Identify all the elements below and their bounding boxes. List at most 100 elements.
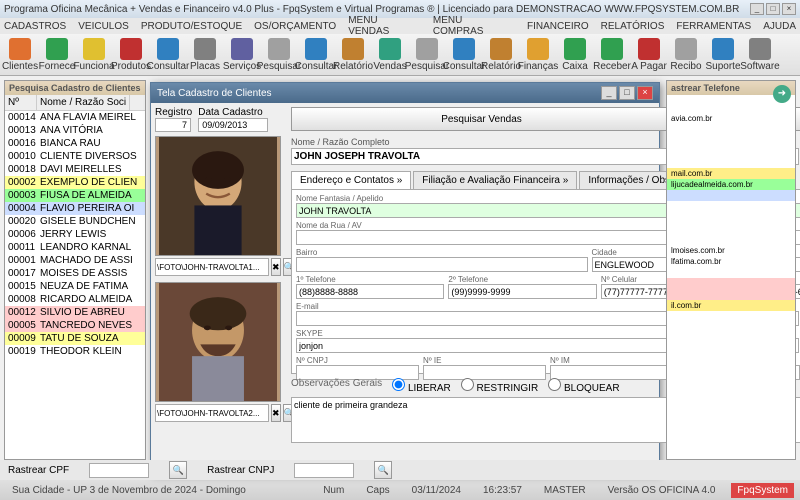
list-item[interactable]: 00003FIUSA DE ALMEIDA — [5, 189, 145, 202]
dialog-min-icon[interactable]: _ — [601, 86, 617, 100]
cpf-search-icon[interactable]: 🔍 — [169, 461, 187, 479]
tool-receber[interactable]: Receber — [594, 36, 630, 73]
right-item[interactable]: avia.com.br — [667, 113, 795, 124]
right-item[interactable] — [667, 157, 795, 168]
main-toolbar: ClientesForneceFuncionaProdutosConsultar… — [0, 34, 800, 76]
list-item[interactable]: 00015NEUZA DE FATIMA — [5, 280, 145, 293]
tool-relatório[interactable]: Relatório — [483, 36, 519, 73]
tool-recibo[interactable]: Recibo — [668, 36, 704, 73]
photo2-delete-icon[interactable]: ✖ — [271, 404, 281, 422]
menu-os/orçamento[interactable]: OS/ORÇAMENTO — [254, 21, 336, 32]
tool-vendas[interactable]: Vendas — [372, 36, 408, 73]
right-item[interactable]: lijucadealmeida.com.br — [667, 179, 795, 190]
maximize-icon[interactable]: □ — [766, 3, 780, 15]
tool-finanças[interactable]: Finanças — [520, 36, 556, 73]
photo2-path[interactable] — [155, 404, 269, 422]
tool-produtos[interactable]: Produtos — [113, 36, 149, 73]
radio-restringir[interactable]: RESTRINGIR — [461, 378, 538, 394]
list-item[interactable]: 00001MACHADO DE ASSI — [5, 254, 145, 267]
tool-relatório[interactable]: Relatório — [335, 36, 371, 73]
list-item[interactable]: 00008RICARDO ALMEIDA — [5, 293, 145, 306]
right-item[interactable]: lfatima.com.br — [667, 256, 795, 267]
menu-veiculos[interactable]: VEICULOS — [78, 21, 129, 32]
right-item[interactable] — [667, 223, 795, 234]
dialog-max-icon[interactable]: □ — [619, 86, 635, 100]
tool-pesquisar[interactable]: Pesquisar — [409, 36, 445, 73]
data-cadastro-input[interactable] — [198, 118, 268, 132]
list-item[interactable]: 00016BIANCA RAU — [5, 137, 145, 150]
list-item[interactable]: 00005TANCREDO NEVES — [5, 319, 145, 332]
list-item[interactable]: 00017MOISES DE ASSIS — [5, 267, 145, 280]
menubar: CADASTROS VEICULOS PRODUTO/ESTOQUE OS/ORÇAM… — [0, 18, 800, 34]
bairro-input[interactable] — [296, 257, 588, 272]
list-item[interactable]: 00006JERRY LEWIS — [5, 228, 145, 241]
rastrear-cnpj-input[interactable] — [294, 463, 354, 478]
right-item[interactable] — [667, 212, 795, 223]
menu-cadastros[interactable]: CADASTROS — [4, 21, 66, 32]
list-item[interactable]: 00013ANA VITÓRIA — [5, 124, 145, 137]
close-icon[interactable]: × — [782, 3, 796, 15]
list-item[interactable]: 00012SILVIO DE ABREU — [5, 306, 145, 319]
tool-pesquisar[interactable]: Pesquisar — [261, 36, 297, 73]
menu-ajuda[interactable]: AJUDA — [763, 21, 796, 32]
radio-liberar[interactable]: LIBERAR — [392, 378, 451, 394]
tab-endereco[interactable]: Endereço e Contatos » — [291, 171, 411, 189]
rastrear-cpf-input[interactable] — [89, 463, 149, 478]
menu-menu compras[interactable]: MENU COMPRAS — [433, 15, 515, 37]
menu-produto/estoque[interactable]: PRODUTO/ESTOQUE — [141, 21, 242, 32]
list-item[interactable]: 00010CLIENTE DIVERSOS — [5, 150, 145, 163]
list-item[interactable]: 00004FLAVIO PEREIRA OI — [5, 202, 145, 215]
right-item[interactable] — [667, 146, 795, 157]
pesquisar-vendas-button[interactable]: Pesquisar Vendas — [291, 107, 672, 131]
client-photo-2 — [155, 282, 281, 402]
right-item[interactable] — [667, 190, 795, 201]
menu-ferramentas[interactable]: FERRAMENTAS — [676, 21, 751, 32]
right-item[interactable] — [667, 201, 795, 212]
menu-menu vendas[interactable]: MENU VENDAS — [348, 15, 421, 37]
cnpj-search-icon[interactable]: 🔍 — [374, 461, 392, 479]
photo1-path[interactable] — [155, 258, 269, 276]
dialog-titlebar: Tela Cadastro de Clientes _ □ × — [151, 83, 659, 103]
list-item[interactable]: 00011LEANDRO KARNAL — [5, 241, 145, 254]
tab-filiacao[interactable]: Filiação e Avaliação Financeira » — [413, 171, 577, 189]
list-item[interactable]: 00020GISELE BUNDCHEN — [5, 215, 145, 228]
tool-consultar[interactable]: Consultar — [150, 36, 186, 73]
photo1-delete-icon[interactable]: ✖ — [271, 258, 281, 276]
right-item[interactable] — [667, 234, 795, 245]
list-item[interactable]: 00009TATU DE SOUZA — [5, 332, 145, 345]
tool-software[interactable]: Software — [742, 36, 778, 73]
tool-fornece[interactable]: Fornece — [39, 36, 75, 73]
list-item[interactable]: 00002EXEMPLO DE CLIEN — [5, 176, 145, 189]
menu-relatórios[interactable]: RELATÓRIOS — [601, 21, 665, 32]
right-item[interactable] — [667, 278, 795, 289]
right-item[interactable]: lmoises.com.br — [667, 245, 795, 256]
client-form-dialog: Tela Cadastro de Clientes _ □ × Registro… — [150, 82, 660, 474]
right-item[interactable]: mail.com.br — [667, 168, 795, 179]
arrow-icon[interactable]: ➜ — [773, 85, 791, 103]
dialog-close-icon[interactable]: × — [637, 86, 653, 100]
list-item[interactable]: 00018DAVI MEIRELLES — [5, 163, 145, 176]
radio-bloquear[interactable]: BLOQUEAR — [548, 378, 619, 394]
tool-consultar[interactable]: Consultar — [298, 36, 334, 73]
right-item[interactable] — [667, 311, 795, 322]
tel2-input[interactable] — [448, 284, 596, 299]
tool-clientes[interactable]: Clientes — [2, 36, 38, 73]
tool-caixa[interactable]: Caixa — [557, 36, 593, 73]
tool-suporte[interactable]: Suporte — [705, 36, 741, 73]
tool-placas[interactable]: Placas — [187, 36, 223, 73]
list-item[interactable]: 00019THEODOR KLEIN — [5, 345, 145, 358]
tool-funciona[interactable]: Funciona — [76, 36, 112, 73]
registro-input[interactable] — [155, 118, 191, 132]
tool-serviços[interactable]: Serviços — [224, 36, 260, 73]
right-item[interactable]: il.com.br — [667, 300, 795, 311]
tool-a pagar[interactable]: A Pagar — [631, 36, 667, 73]
minimize-icon[interactable]: _ — [750, 3, 764, 15]
right-item[interactable] — [667, 289, 795, 300]
menu-financeiro[interactable]: FINANCEIRO — [527, 21, 589, 32]
right-item[interactable] — [667, 267, 795, 278]
right-item[interactable] — [667, 135, 795, 146]
right-item[interactable] — [667, 124, 795, 135]
tool-consultar[interactable]: Consultar — [446, 36, 482, 73]
tel1-input[interactable] — [296, 284, 444, 299]
list-item[interactable]: 00014ANA FLAVIA MEIREL — [5, 111, 145, 124]
